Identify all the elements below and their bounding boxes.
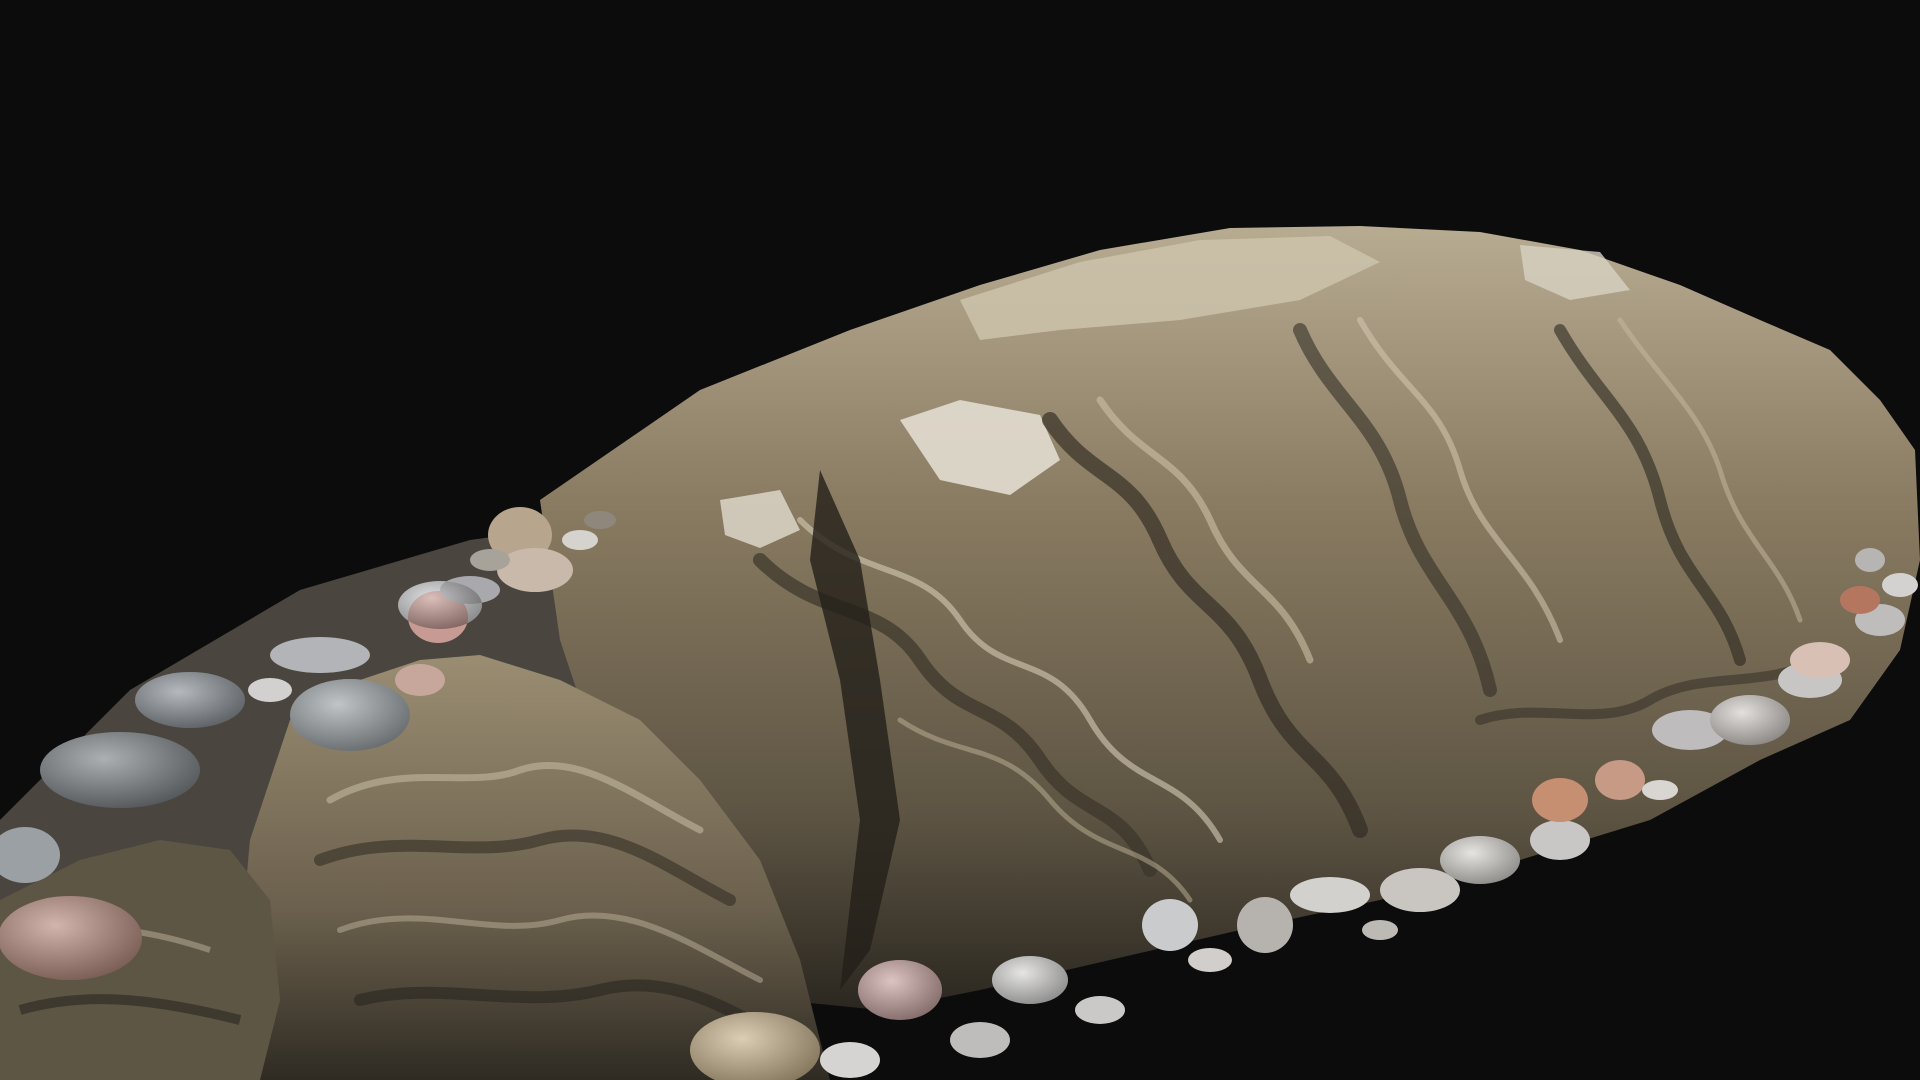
3d-viewport[interactable]: [0, 0, 1920, 1080]
rock-model-render: [0, 226, 1920, 1080]
